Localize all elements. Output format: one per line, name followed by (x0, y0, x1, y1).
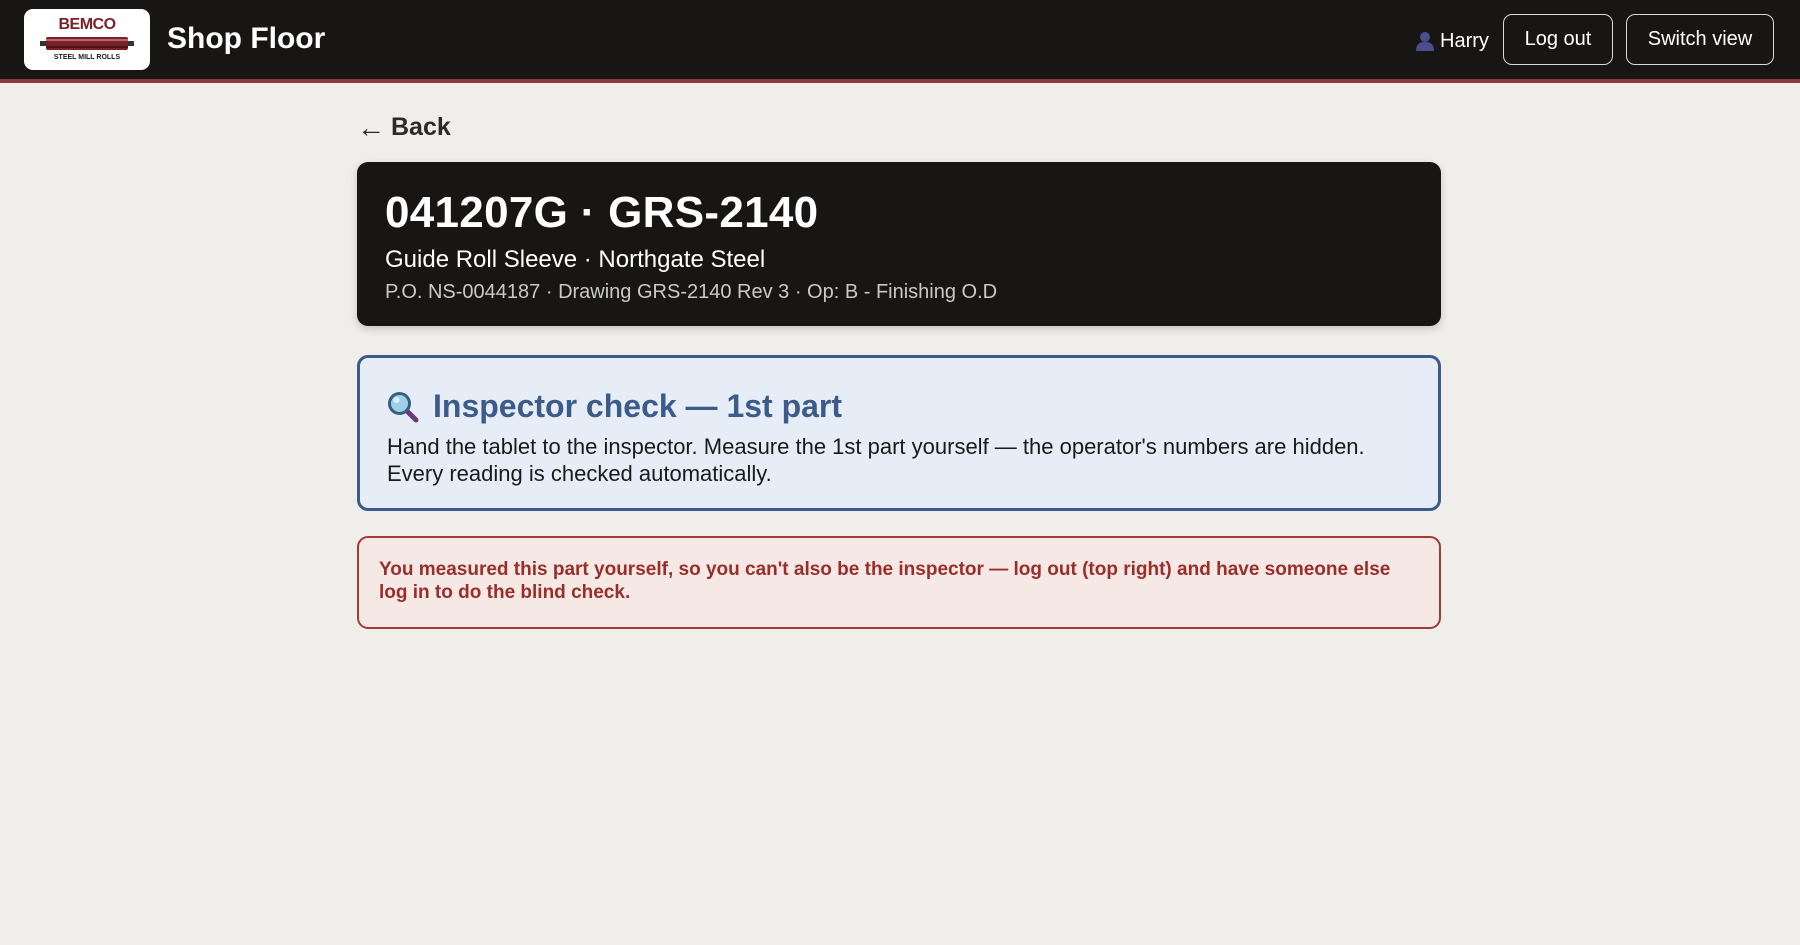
logout-button[interactable]: Log out (1503, 14, 1613, 65)
user-name: Harry (1440, 29, 1489, 52)
inspector-heading: Inspector check — 1st part (387, 388, 842, 425)
app-title: Shop Floor (167, 22, 326, 55)
job-header-card: 041207G · GRS-2140 Guide Roll Sleeve · N… (357, 162, 1441, 326)
warning-message: You measured this part yourself, so you … (379, 559, 1391, 603)
logo-brand-text: BEMCO (58, 16, 116, 33)
job-subtitle: Guide Roll Sleeve · Northgate Steel (385, 246, 766, 273)
back-label: Back (391, 113, 451, 141)
job-title: 041207G · GRS-2140 (385, 188, 819, 237)
inspector-title: Inspector check — 1st part (433, 388, 843, 424)
current-user: Harry (1416, 29, 1489, 53)
user-icon (1416, 32, 1434, 51)
inspector-check-panel: Inspector check — 1st part Hand the tabl… (357, 355, 1441, 511)
logo-tagline: STEEL MILL ROLLS (53, 54, 121, 61)
steel-roll-icon (40, 37, 134, 50)
bemco-logo: BEMCO STEEL MILL ROLLS (24, 9, 150, 70)
inspector-instructions: Hand the tablet to the inspector. Measur… (387, 434, 1365, 486)
top-bar: BEMCO STEEL MILL ROLLS Shop Floor Harry … (0, 0, 1800, 83)
switch-view-button[interactable]: Switch view (1626, 14, 1774, 65)
back-link[interactable]: ← Back (357, 113, 451, 142)
back-arrow-icon: ← (357, 111, 385, 143)
magnifier-icon (388, 391, 419, 422)
self-inspection-warning: You measured this part yourself, so you … (357, 536, 1441, 629)
job-meta: P.O. NS-0044187 · Drawing GRS-2140 Rev 3… (385, 281, 998, 303)
